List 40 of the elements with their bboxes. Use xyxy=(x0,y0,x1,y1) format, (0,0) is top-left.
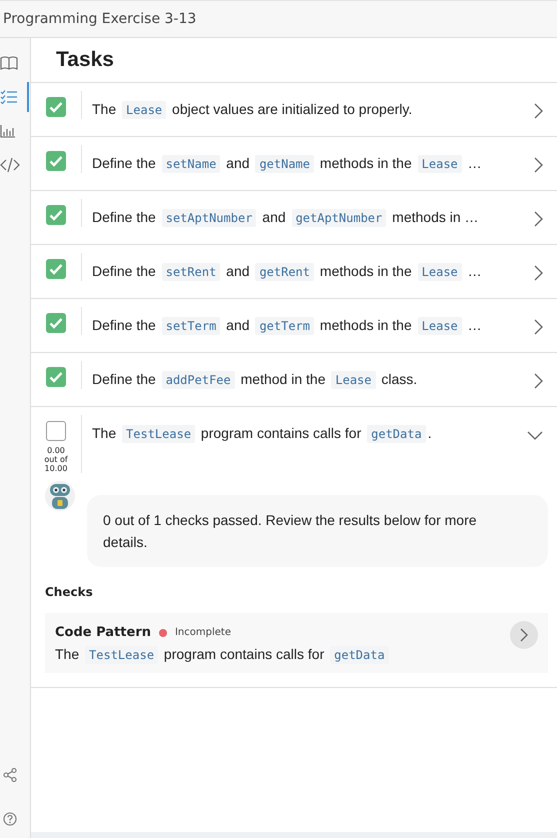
share-icon xyxy=(3,768,17,782)
sidebar-tab[interactable] xyxy=(0,82,29,112)
task-text: Define the setRent and getRent methods in the Lease … xyxy=(92,262,483,282)
check-description: The TestLease program contains calls for getData xyxy=(55,646,391,662)
task-text: Define the setTerm and getTerm methods in the Lease … xyxy=(92,316,483,336)
bar-chart-icon xyxy=(0,124,16,138)
panel-heading: Tasks xyxy=(56,48,114,72)
checks-heading: Checks xyxy=(45,585,94,599)
task-score: 10.00 xyxy=(44,464,68,473)
feedback-message: 0 out of 1 checks passed. Review the results below for more details. xyxy=(87,495,548,567)
robot-avatar-icon xyxy=(45,481,75,511)
open-check-button[interactable] xyxy=(510,621,538,649)
checkmark-icon xyxy=(49,101,63,113)
window-title: Programming Exercise 3-13 xyxy=(3,11,196,27)
checkmark-icon xyxy=(49,263,63,275)
help-icon xyxy=(3,812,17,826)
task-text: Define the addPetFee method in the Lease class. xyxy=(92,370,418,390)
task-row[interactable]: 0.00 out of 10.00 The TestLease program contains calls for getData . xyxy=(31,407,557,481)
task-row[interactable]: The Lease object values are initialized to properly. xyxy=(31,83,557,136)
task-row[interactable]: Define the setName and getName methods in the Lease … xyxy=(31,137,557,190)
task-row[interactable]: Define the addPetFee method in the Lease class. xyxy=(31,353,557,406)
checkmark-icon xyxy=(49,317,63,329)
code-icon xyxy=(0,157,20,173)
task-text: Define the setName and getName methods in the Lease … xyxy=(92,154,483,174)
checkmark-icon xyxy=(49,155,63,167)
task-row[interactable]: Define the setAptNumber and getAptNumber methods in … xyxy=(31,191,557,244)
task-row[interactable]: Define the setRent and getRent methods in the Lease … xyxy=(31,245,557,298)
task-text: The TestLease program contains calls for getData . xyxy=(92,424,433,444)
checkmark-icon xyxy=(49,371,63,383)
task-text: Define the setAptNumber and getAptNumber methods in … xyxy=(92,208,480,228)
task-text: The Lease object values are initialized to properly. xyxy=(92,100,414,120)
check-name: Code Pattern xyxy=(55,625,151,640)
task-score: out of xyxy=(44,455,68,464)
task-row[interactable]: Define the setTerm and getTerm methods in the Lease … xyxy=(31,299,557,352)
checkmark-icon xyxy=(49,209,63,221)
task-score: 0.00 xyxy=(47,446,65,455)
checklist-icon xyxy=(0,90,18,104)
chevron-right-icon xyxy=(520,628,528,642)
book-icon xyxy=(0,56,18,70)
check-status: Incomplete xyxy=(174,627,231,638)
